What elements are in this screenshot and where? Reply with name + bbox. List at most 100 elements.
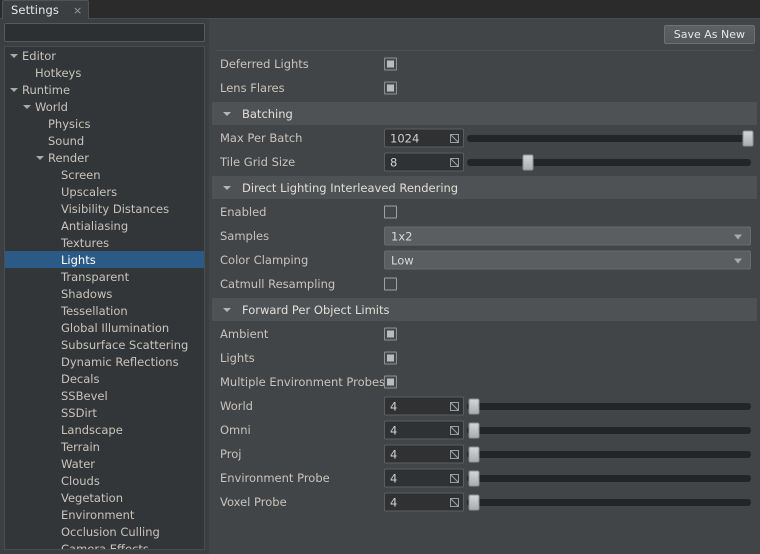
sidebar-item-screen[interactable]: Screen bbox=[5, 166, 204, 183]
sidebar-item-global-illumination[interactable]: Global Illumination bbox=[5, 319, 204, 336]
sidebar-item-runtime[interactable]: Runtime bbox=[5, 81, 204, 98]
sidebar-item-dynamic-reflections[interactable]: Dynamic Reflections bbox=[5, 353, 204, 370]
sidebar-item-lights[interactable]: Lights bbox=[5, 251, 204, 268]
chevron-down-icon[interactable] bbox=[10, 51, 19, 60]
sidebar-item-shadows[interactable]: Shadows bbox=[5, 285, 204, 302]
slider-track[interactable] bbox=[467, 450, 751, 458]
chevron-down-icon[interactable] bbox=[734, 258, 743, 264]
checkbox-enabled[interactable] bbox=[384, 205, 397, 219]
slider-voxel-probe[interactable] bbox=[467, 493, 751, 512]
slider-proj[interactable] bbox=[467, 445, 751, 464]
chevron-down-icon[interactable] bbox=[10, 85, 19, 94]
dropdown-value: 1x2 bbox=[391, 229, 413, 243]
chevron-down-icon[interactable] bbox=[36, 153, 45, 162]
resize-grip-icon[interactable] bbox=[450, 401, 459, 411]
settings-tree[interactable]: Editor Hotkeys Runtime World Physics Sound Ren… bbox=[4, 46, 205, 550]
number-input-tile-grid-size[interactable]: 8 bbox=[384, 152, 464, 172]
dropdown-samples[interactable]: 1x2 bbox=[384, 226, 751, 246]
sidebar-item-vegetation[interactable]: Vegetation bbox=[5, 489, 204, 506]
sidebar-item-camera-effects[interactable]: Camera Effects bbox=[5, 540, 204, 550]
slider-handle[interactable] bbox=[468, 422, 480, 438]
sidebar-item-antialiasing[interactable]: Antialiasing bbox=[5, 217, 204, 234]
sidebar-item-clouds[interactable]: Clouds bbox=[5, 472, 204, 489]
sidebar-item-editor[interactable]: Editor bbox=[5, 47, 204, 64]
checkbox-catmull-resampling[interactable] bbox=[384, 277, 397, 291]
slider-handle[interactable] bbox=[468, 446, 480, 462]
slider-world[interactable] bbox=[467, 397, 751, 416]
sidebar-item-label: Render bbox=[48, 150, 89, 165]
sidebar-item-subsurface-scattering[interactable]: Subsurface Scattering bbox=[5, 336, 204, 353]
resize-grip-icon[interactable] bbox=[450, 133, 459, 143]
checkbox-ambient[interactable] bbox=[384, 327, 397, 341]
section-header-forward-per-object-limits[interactable]: Forward Per Object Limits bbox=[212, 298, 757, 321]
sidebar-item-landscape[interactable]: Landscape bbox=[5, 421, 204, 438]
checkbox-lens-flares[interactable] bbox=[384, 81, 397, 95]
chevron-down-icon[interactable] bbox=[23, 102, 32, 111]
sidebar-item-sound[interactable]: Sound bbox=[5, 132, 204, 149]
sidebar-item-visibility-distances[interactable]: Visibility Distances bbox=[5, 200, 204, 217]
sidebar-item-environment[interactable]: Environment bbox=[5, 506, 204, 523]
tab-settings[interactable]: Settings × bbox=[2, 0, 90, 19]
sidebar-item-render[interactable]: Render bbox=[5, 149, 204, 166]
sidebar-item-textures[interactable]: Textures bbox=[5, 234, 204, 251]
number-input-environment-probe[interactable]: 4 bbox=[384, 468, 464, 488]
close-icon[interactable]: × bbox=[73, 5, 82, 16]
slider-tile-grid-size[interactable] bbox=[467, 153, 751, 172]
slider-track[interactable] bbox=[467, 498, 751, 506]
toolbar-divider bbox=[215, 50, 754, 51]
setting-label: Environment Probe bbox=[220, 471, 330, 485]
sidebar-item-label: Shadows bbox=[61, 286, 113, 301]
number-input-world[interactable]: 4 bbox=[384, 396, 464, 416]
slider-handle[interactable] bbox=[522, 154, 534, 170]
slider-track[interactable] bbox=[467, 134, 751, 142]
slider-track[interactable] bbox=[467, 158, 751, 166]
sidebar-item-terrain[interactable]: Terrain bbox=[5, 438, 204, 455]
sidebar-item-tessellation[interactable]: Tessellation bbox=[5, 302, 204, 319]
slider-track[interactable] bbox=[467, 474, 751, 482]
number-input-omni[interactable]: 4 bbox=[384, 420, 464, 440]
checkbox-deferred-lights[interactable] bbox=[384, 57, 397, 71]
number-input-proj[interactable]: 4 bbox=[384, 444, 464, 464]
sidebar-item-ssdirt[interactable]: SSDirt bbox=[5, 404, 204, 421]
section-header-batching[interactable]: Batching bbox=[212, 102, 757, 125]
search-input[interactable] bbox=[4, 23, 205, 42]
slider-environment-probe[interactable] bbox=[467, 469, 751, 488]
sidebar-item-upscalers[interactable]: Upscalers bbox=[5, 183, 204, 200]
slider-handle[interactable] bbox=[468, 398, 480, 414]
save-as-new-button[interactable]: Save As New bbox=[663, 25, 755, 44]
slider-handle[interactable] bbox=[468, 494, 480, 510]
setting-row-ambient: Ambient bbox=[209, 322, 760, 346]
sidebar-item-label: Visibility Distances bbox=[61, 201, 170, 216]
sidebar-item-ssbevel[interactable]: SSBevel bbox=[5, 387, 204, 404]
setting-label: Omni bbox=[220, 423, 251, 437]
checkbox-multiple-environment-probes[interactable] bbox=[384, 375, 397, 389]
resize-grip-icon[interactable] bbox=[450, 497, 459, 507]
sidebar-item-water[interactable]: Water bbox=[5, 455, 204, 472]
sidebar-item-decals[interactable]: Decals bbox=[5, 370, 204, 387]
slider-max-per-batch[interactable] bbox=[467, 129, 754, 148]
slider-handle[interactable] bbox=[742, 130, 754, 146]
resize-grip-icon[interactable] bbox=[450, 449, 459, 459]
resize-grip-icon[interactable] bbox=[450, 157, 459, 167]
sidebar-item-occlusion-culling[interactable]: Occlusion Culling bbox=[5, 523, 204, 540]
checkbox-lights[interactable] bbox=[384, 351, 397, 365]
section-header-direct-lighting-interleaved-rendering[interactable]: Direct Lighting Interleaved Rendering bbox=[212, 176, 757, 199]
slider-track[interactable] bbox=[467, 426, 751, 434]
chevron-down-icon[interactable] bbox=[223, 109, 233, 119]
slider-omni[interactable] bbox=[467, 421, 751, 440]
sidebar-item-world[interactable]: World bbox=[5, 98, 204, 115]
slider-handle[interactable] bbox=[468, 470, 480, 486]
number-input-voxel-probe[interactable]: 4 bbox=[384, 492, 464, 512]
sidebar-item-physics[interactable]: Physics bbox=[5, 115, 204, 132]
setting-label: Enabled bbox=[220, 205, 267, 219]
resize-grip-icon[interactable] bbox=[450, 473, 459, 483]
chevron-down-icon[interactable] bbox=[734, 234, 743, 240]
sidebar-item-transparent[interactable]: Transparent bbox=[5, 268, 204, 285]
dropdown-color-clamping[interactable]: Low bbox=[384, 250, 751, 270]
chevron-down-icon[interactable] bbox=[223, 183, 233, 193]
resize-grip-icon[interactable] bbox=[450, 425, 459, 435]
sidebar-item-hotkeys[interactable]: Hotkeys bbox=[5, 64, 204, 81]
number-input-max-per-batch[interactable]: 1024 bbox=[384, 128, 464, 148]
chevron-down-icon[interactable] bbox=[223, 305, 233, 315]
slider-track[interactable] bbox=[467, 402, 751, 410]
